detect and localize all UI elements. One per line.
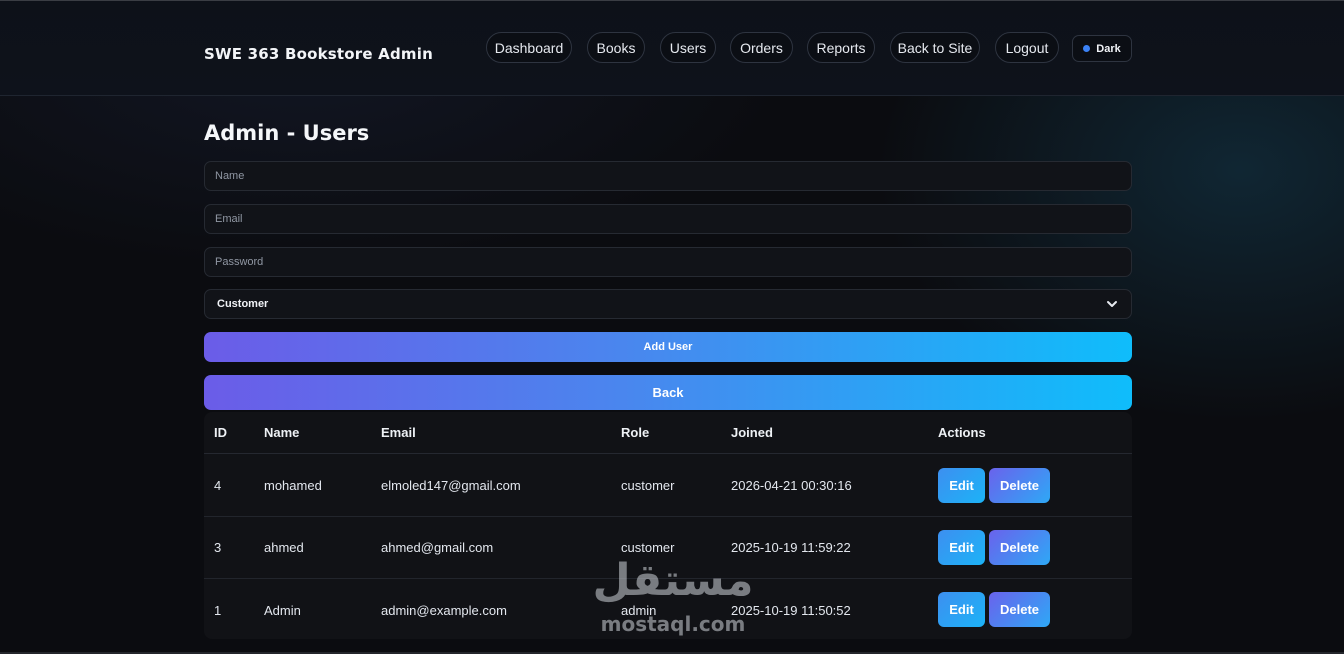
table-row: 1 Admin admin@example.com admin 2025-10-… (204, 579, 1132, 639)
password-input[interactable] (204, 247, 1132, 277)
theme-toggle-label: Dark (1096, 42, 1121, 55)
delete-button[interactable]: Delete (989, 530, 1050, 565)
delete-button[interactable]: Delete (989, 592, 1050, 627)
header-id: ID (214, 425, 227, 440)
cell-id: 1 (214, 602, 222, 618)
cell-name: mohamed (264, 478, 322, 493)
add-user-button[interactable]: Add User (204, 332, 1132, 362)
theme-toggle-button[interactable]: Dark (1072, 35, 1132, 62)
nav-dashboard[interactable]: Dashboard (486, 32, 572, 63)
edit-button[interactable]: Edit (938, 468, 985, 503)
edit-button[interactable]: Edit (938, 592, 985, 627)
cell-email: ahmed@gmail.com (381, 540, 494, 555)
cell-role: customer (621, 540, 675, 555)
brand-title[interactable]: SWE 363 Bookstore Admin (204, 45, 433, 63)
top-navbar: SWE 363 Bookstore Admin Dashboard Books … (0, 1, 1344, 96)
cell-joined: 2025-10-19 11:59:22 (731, 540, 851, 555)
users-table: ID Name Email Role Joined Actions 4 moha… (204, 412, 1132, 639)
header-joined: Joined (731, 425, 773, 440)
cell-joined: 2026-04-21 00:30:16 (731, 478, 852, 493)
back-button[interactable]: Back (204, 375, 1132, 410)
cell-name: ahmed (264, 540, 304, 555)
page-title: Admin - Users (204, 121, 370, 145)
cell-role: customer (621, 478, 675, 493)
cell-email: admin@example.com (381, 602, 507, 618)
delete-button[interactable]: Delete (989, 468, 1050, 503)
nav-reports[interactable]: Reports (807, 32, 875, 63)
email-input[interactable] (204, 204, 1132, 234)
role-select-value: Customer (217, 298, 269, 310)
role-select[interactable]: Customer (204, 289, 1132, 319)
cell-role: admin (621, 602, 657, 618)
nav-users[interactable]: Users (660, 32, 716, 63)
name-input[interactable] (204, 161, 1132, 191)
cell-id: 3 (214, 540, 222, 555)
theme-dot-icon (1083, 45, 1091, 52)
edit-button[interactable]: Edit (938, 530, 985, 565)
cell-id: 4 (214, 478, 222, 493)
header-name: Name (264, 425, 300, 440)
header-actions: Actions (938, 425, 986, 440)
nav-orders[interactable]: Orders (730, 32, 793, 63)
cell-name: Admin (264, 602, 301, 618)
table-header: ID Name Email Role Joined Actions (204, 412, 1132, 454)
cell-email: elmoled147@gmail.com (381, 478, 521, 493)
table-row: 4 mohamed elmoled147@gmail.com customer … (204, 455, 1132, 517)
nav-logout[interactable]: Logout (995, 32, 1059, 63)
nav-back-to-site[interactable]: Back to Site (890, 32, 980, 63)
chevron-down-icon (1107, 301, 1117, 307)
nav-books[interactable]: Books (587, 32, 645, 63)
header-role: Role (621, 425, 650, 440)
cell-joined: 2025-10-19 11:50:52 (731, 602, 851, 618)
table-row: 3 ahmed ahmed@gmail.com customer 2025-10… (204, 517, 1132, 579)
header-email: Email (381, 425, 416, 440)
